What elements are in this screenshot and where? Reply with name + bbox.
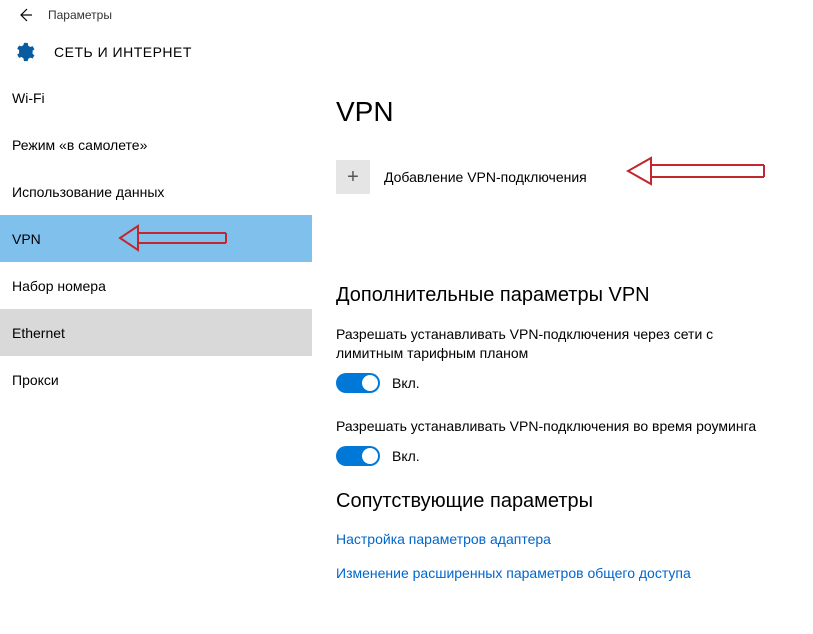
sidebar-item-label: Использование данных [12,184,164,200]
back-button[interactable] [10,0,40,30]
content-pane: VPN + Добавление VPN-подключения Дополни… [312,74,813,634]
window-title: Параметры [48,8,112,22]
toggle-metered-label: Вкл. [392,375,420,391]
sidebar-item-label: Прокси [12,372,59,388]
sidebar-item-airplane[interactable]: Режим «в самолете» [0,121,312,168]
sidebar-item-label: VPN [12,231,41,247]
link-adapter-settings[interactable]: Настройка параметров адаптера [336,531,789,547]
gear-icon [12,40,36,64]
sidebar-item-label: Набор номера [12,278,106,294]
sidebar-item-data-usage[interactable]: Использование данных [0,168,312,215]
add-vpn-button[interactable]: + Добавление VPN-подключения [336,160,789,194]
sidebar-item-vpn[interactable]: VPN [0,215,312,262]
toggle-roaming[interactable] [336,446,380,466]
sidebar-item-label: Режим «в самолете» [12,137,147,153]
toggle-roaming-label: Вкл. [392,448,420,464]
setting-roaming-text: Разрешать устанавливать VPN-подключения … [336,417,766,436]
add-vpn-label: Добавление VPN-подключения [384,169,587,185]
sidebar-item-label: Wi-Fi [12,90,45,106]
page-title: VPN [336,96,789,128]
sidebar-item-proxy[interactable]: Прокси [0,356,312,403]
sidebar: Wi-Fi Режим «в самолете» Использование д… [0,74,312,634]
plus-icon: + [336,160,370,194]
related-heading: Сопутствующие параметры [336,490,789,513]
link-sharing-settings[interactable]: Изменение расширенных параметров общего … [336,565,789,581]
annotation-arrow-icon [626,156,766,186]
sidebar-item-dialup[interactable]: Набор номера [0,262,312,309]
setting-metered-text: Разрешать устанавливать VPN-подключения … [336,325,766,363]
sidebar-item-ethernet[interactable]: Ethernet [0,309,312,356]
header-section-title: СЕТЬ И ИНТЕРНЕТ [54,44,192,60]
annotation-arrow-icon [118,223,228,253]
advanced-heading: Дополнительные параметры VPN [336,284,789,307]
sidebar-item-label: Ethernet [12,325,65,341]
toggle-metered[interactable] [336,373,380,393]
sidebar-item-wifi[interactable]: Wi-Fi [0,74,312,121]
